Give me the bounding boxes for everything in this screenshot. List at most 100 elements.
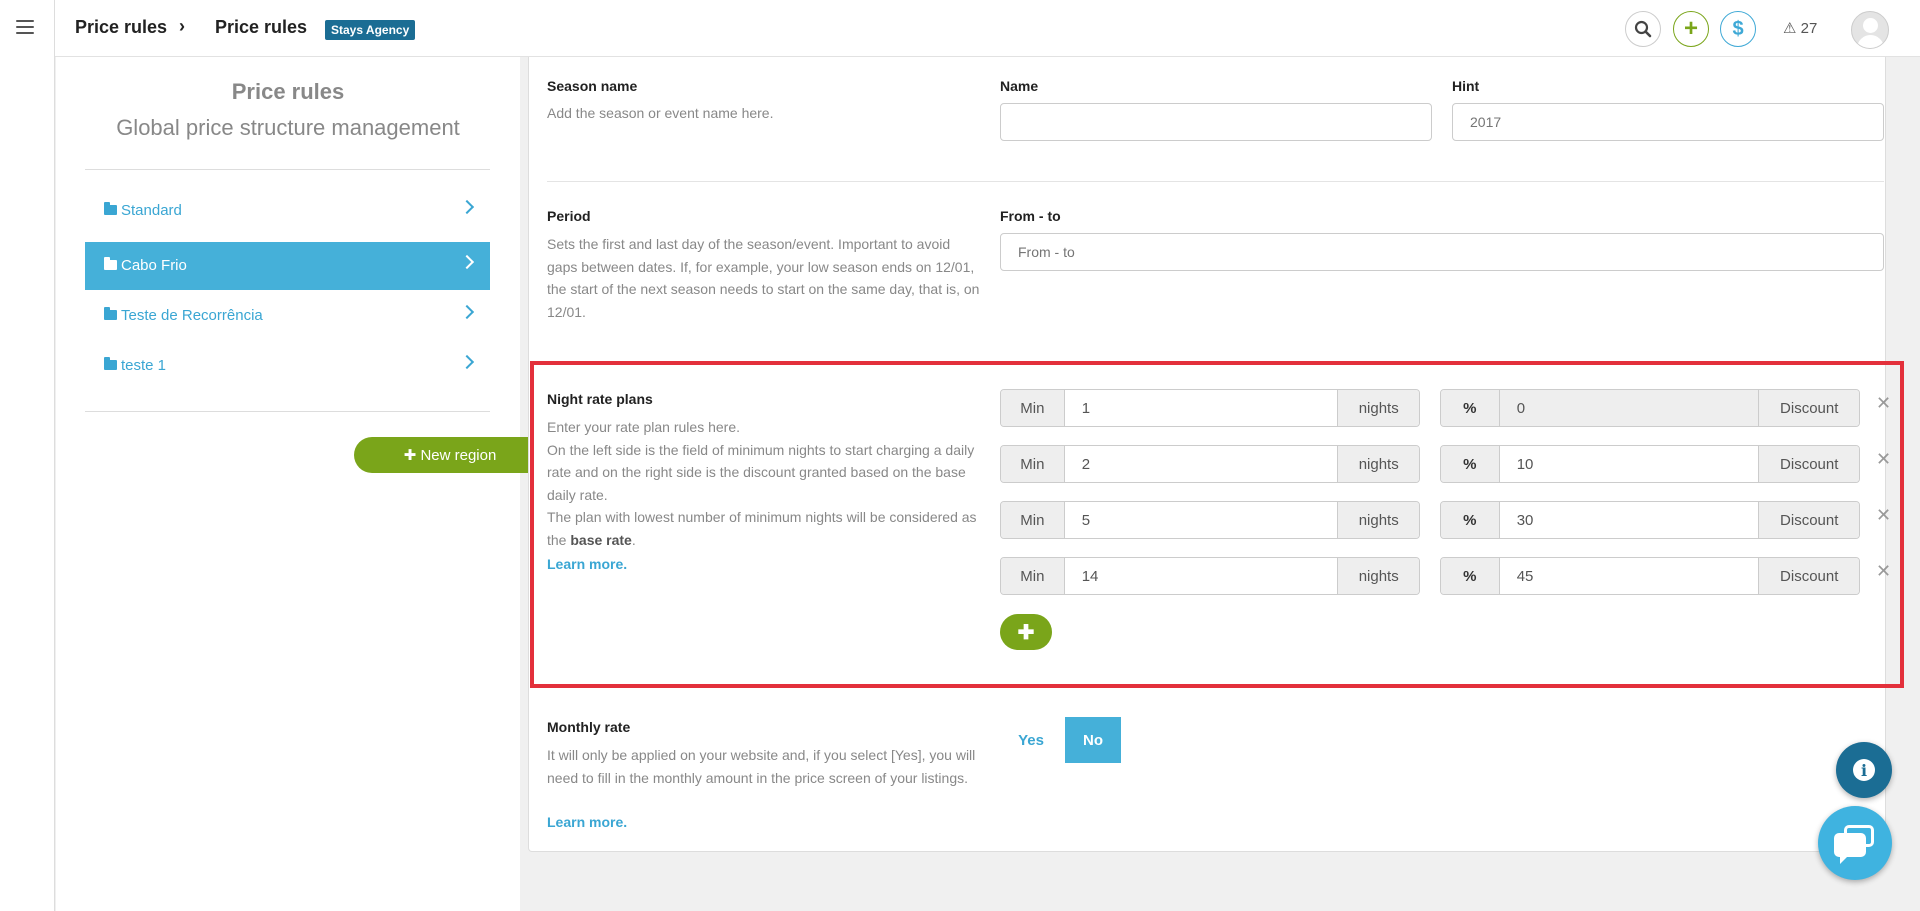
folder-icon: [104, 307, 117, 320]
min-nights-input[interactable]: 2: [1063, 446, 1339, 482]
alerts-button[interactable]: ⚠ 27: [1783, 19, 1817, 37]
chevron-right-icon: [459, 199, 475, 215]
learn-more-link[interactable]: Learn more.: [547, 814, 627, 830]
min-nights-group: Min 5 nights: [1000, 501, 1420, 539]
chat-bubble-shape: [1834, 833, 1866, 864]
base-rate-emphasis: base rate: [570, 531, 632, 548]
hint-input[interactable]: [1452, 103, 1884, 141]
divider: [85, 169, 490, 170]
name-label: Name: [1000, 78, 1039, 94]
search-icon: [1634, 20, 1652, 38]
avatar-head-shape: [1863, 18, 1878, 33]
rate-plan-row: Min 1 nights% 0 Discount ✕: [1000, 389, 1900, 427]
rate-plan-row: Min 5 nights% 30 Discount ✕: [1000, 501, 1900, 539]
warning-icon: ⚠: [1783, 20, 1797, 37]
discount-addon: Discount: [1759, 390, 1859, 426]
region-item-teste-1[interactable]: teste 1: [85, 342, 490, 390]
chevron-right-icon: ›: [179, 16, 185, 36]
region-label: Cabo Frio: [121, 257, 187, 274]
percent-addon: %: [1441, 446, 1499, 482]
close-icon[interactable]: ✕: [1876, 505, 1891, 526]
discount-input[interactable]: 10: [1498, 446, 1760, 482]
monthly-no-button[interactable]: No: [1065, 717, 1121, 763]
monthly-yes-button[interactable]: Yes: [1006, 717, 1056, 763]
close-icon[interactable]: ✕: [1876, 449, 1891, 470]
discount-group: % 30 Discount: [1440, 501, 1860, 539]
discount-addon: Discount: [1759, 558, 1859, 594]
discount-group: % 45 Discount: [1440, 557, 1860, 595]
learn-more-link[interactable]: Learn more.: [547, 556, 627, 572]
breadcrumb-root[interactable]: Price rules: [75, 17, 167, 38]
chat-button[interactable]: [1818, 806, 1892, 880]
night-rate-title: Night rate plans: [547, 391, 653, 407]
add-plan-button[interactable]: ✚: [1000, 614, 1052, 650]
nights-addon: nights: [1338, 502, 1419, 538]
percent-addon: %: [1441, 390, 1499, 426]
min-nights-input[interactable]: 14: [1063, 558, 1339, 594]
min-addon: Min: [1001, 502, 1064, 538]
region-item-teste-de-recorrencia[interactable]: Teste de Recorrência: [85, 292, 490, 340]
discount-input: 0: [1498, 390, 1760, 426]
folder-icon: [104, 357, 117, 370]
breadcrumb-current: Price rules: [215, 17, 308, 37]
avatar-body-shape: [1857, 35, 1884, 48]
region-item-standard[interactable]: Standard: [85, 187, 490, 235]
region-label: Teste de Recorrência: [121, 307, 263, 324]
night-rate-description-line: On the left side is the field of minimum…: [547, 441, 975, 503]
monthly-rate-description: It will only be applied on your website …: [547, 747, 976, 786]
panel-title: Price rules: [231, 79, 345, 104]
min-nights-group: Min 1 nights: [1000, 389, 1420, 427]
percent-addon: %: [1441, 502, 1499, 538]
monthly-rate-title: Monthly rate: [547, 719, 631, 735]
chevron-right-icon: [459, 354, 475, 370]
date-range-input[interactable]: [1000, 233, 1884, 271]
rate-plan-row: Min 14 nights% 45 Discount ✕: [1000, 557, 1900, 595]
min-nights-input[interactable]: 1: [1063, 390, 1339, 426]
regions-panel: Price rules Global price structure manag…: [56, 57, 546, 911]
agency-badge: Stays Agency: [325, 20, 416, 40]
dollar-icon: $: [1732, 17, 1744, 40]
plus-icon: +: [1683, 15, 1698, 42]
finance-button[interactable]: $: [1720, 11, 1756, 47]
info-icon: i: [1853, 759, 1875, 781]
min-nights-group: Min 2 nights: [1000, 445, 1420, 483]
min-addon: Min: [1001, 390, 1064, 426]
hint-label: Hint: [1452, 78, 1480, 94]
rate-plan-row: Min 2 nights% 10 Discount ✕: [1000, 445, 1900, 483]
search-button[interactable]: [1625, 11, 1661, 47]
discount-addon: Discount: [1759, 502, 1859, 538]
alerts-count: 27: [1800, 20, 1818, 37]
divider: [85, 411, 490, 412]
hamburger-icon[interactable]: [16, 20, 34, 34]
from-to-label: From - to: [1000, 208, 1061, 224]
info-button[interactable]: i: [1836, 742, 1892, 798]
nights-addon: nights: [1338, 390, 1419, 426]
add-button[interactable]: +: [1673, 11, 1709, 47]
discount-addon: Discount: [1759, 446, 1859, 482]
discount-group: % 0 Discount: [1440, 389, 1860, 427]
description-text: .: [631, 531, 636, 548]
new-region-label: New region: [420, 447, 497, 464]
nights-addon: nights: [1338, 446, 1419, 482]
side-rail: [0, 0, 55, 911]
discount-group: % 10 Discount: [1440, 445, 1860, 483]
close-icon[interactable]: ✕: [1876, 561, 1891, 582]
discount-input[interactable]: 30: [1498, 502, 1760, 538]
new-region-button[interactable]: ✚ New region: [354, 437, 546, 473]
close-icon[interactable]: ✕: [1876, 393, 1891, 414]
night-rate-description-line: Enter your rate plan rules here.: [547, 419, 740, 435]
region-label: Standard: [121, 202, 182, 219]
user-avatar[interactable]: [1851, 11, 1889, 49]
min-addon: Min: [1001, 446, 1064, 482]
period-description: Sets the first and last day of the seaso…: [547, 236, 980, 320]
min-addon: Min: [1001, 558, 1064, 594]
season-name-input[interactable]: [1000, 103, 1432, 141]
plus-icon: ✚: [403, 447, 417, 464]
region-item-cabo-frio[interactable]: Cabo Frio: [85, 242, 490, 290]
season-name-title: Season name: [547, 78, 638, 94]
discount-input[interactable]: 45: [1498, 558, 1760, 594]
season-name-description: Add the season or event name here.: [547, 105, 774, 121]
min-nights-input[interactable]: 5: [1063, 502, 1339, 538]
night-rate-description-line: The plan with lowest number of minimum n…: [547, 506, 983, 551]
divider: [547, 181, 1884, 182]
